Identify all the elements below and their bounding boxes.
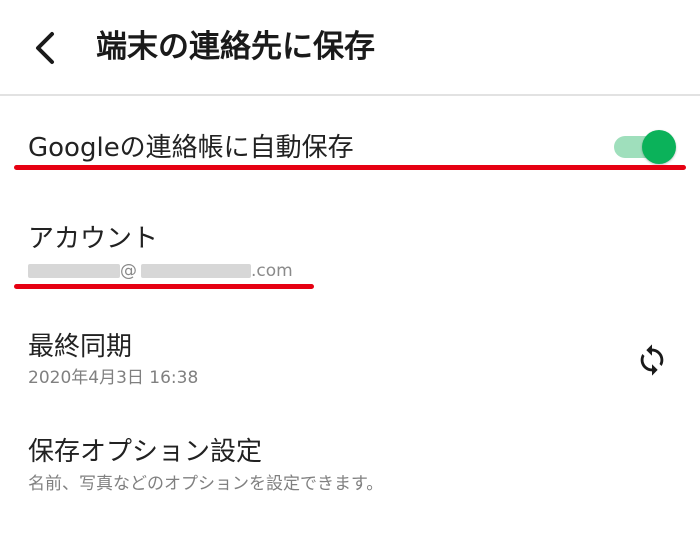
save-options-description: 名前、写真などのオプションを設定できます。 [28, 474, 384, 494]
sync-button[interactable] [632, 340, 672, 380]
last-sync-row: 最終同期 2020年4月3日 16:38 [0, 315, 700, 405]
last-sync-time: 2020年4月3日 16:38 [28, 368, 199, 388]
account-email: @ .com [28, 259, 293, 283]
toggle-thumb [642, 130, 676, 164]
redacted-email-user [28, 264, 120, 278]
auto-save-toggle[interactable] [612, 128, 676, 166]
highlight-underline-auto-save [14, 165, 686, 170]
email-domain-suffix: .com [251, 261, 293, 281]
save-options-row[interactable]: 保存オプション設定 名前、写真などのオプションを設定できます。 [0, 420, 700, 520]
email-at-sign: @ [120, 261, 137, 281]
page-title: 端末の連絡先に保存 [96, 29, 375, 65]
last-sync-label: 最終同期 [28, 332, 133, 362]
auto-save-row[interactable]: Googleの連絡帳に自動保存 [0, 97, 700, 183]
account-label: アカウント [28, 224, 159, 254]
back-button[interactable] [24, 26, 68, 70]
back-arrow-icon [36, 32, 54, 64]
app-bar: 端末の連絡先に保存 [0, 0, 700, 96]
highlight-underline-account [14, 284, 314, 289]
save-options-label: 保存オプション設定 [28, 437, 263, 467]
auto-save-label: Googleの連絡帳に自動保存 [28, 133, 354, 163]
sync-icon [640, 344, 664, 376]
account-row[interactable]: アカウント @ .com [0, 205, 700, 295]
redacted-email-domain [141, 264, 251, 278]
